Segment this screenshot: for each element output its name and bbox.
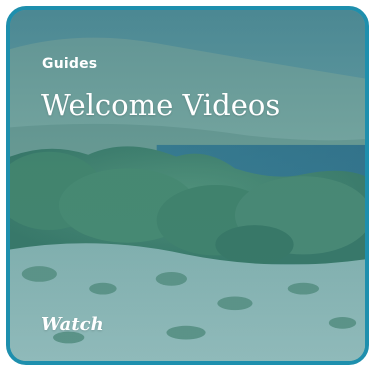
watch-link[interactable]: Watch (41, 314, 104, 335)
card-title: Welcome Videos (41, 88, 281, 122)
category-label: Guides (42, 56, 98, 72)
welcome-videos-card[interactable]: Guides Welcome Videos Watch (6, 6, 369, 365)
